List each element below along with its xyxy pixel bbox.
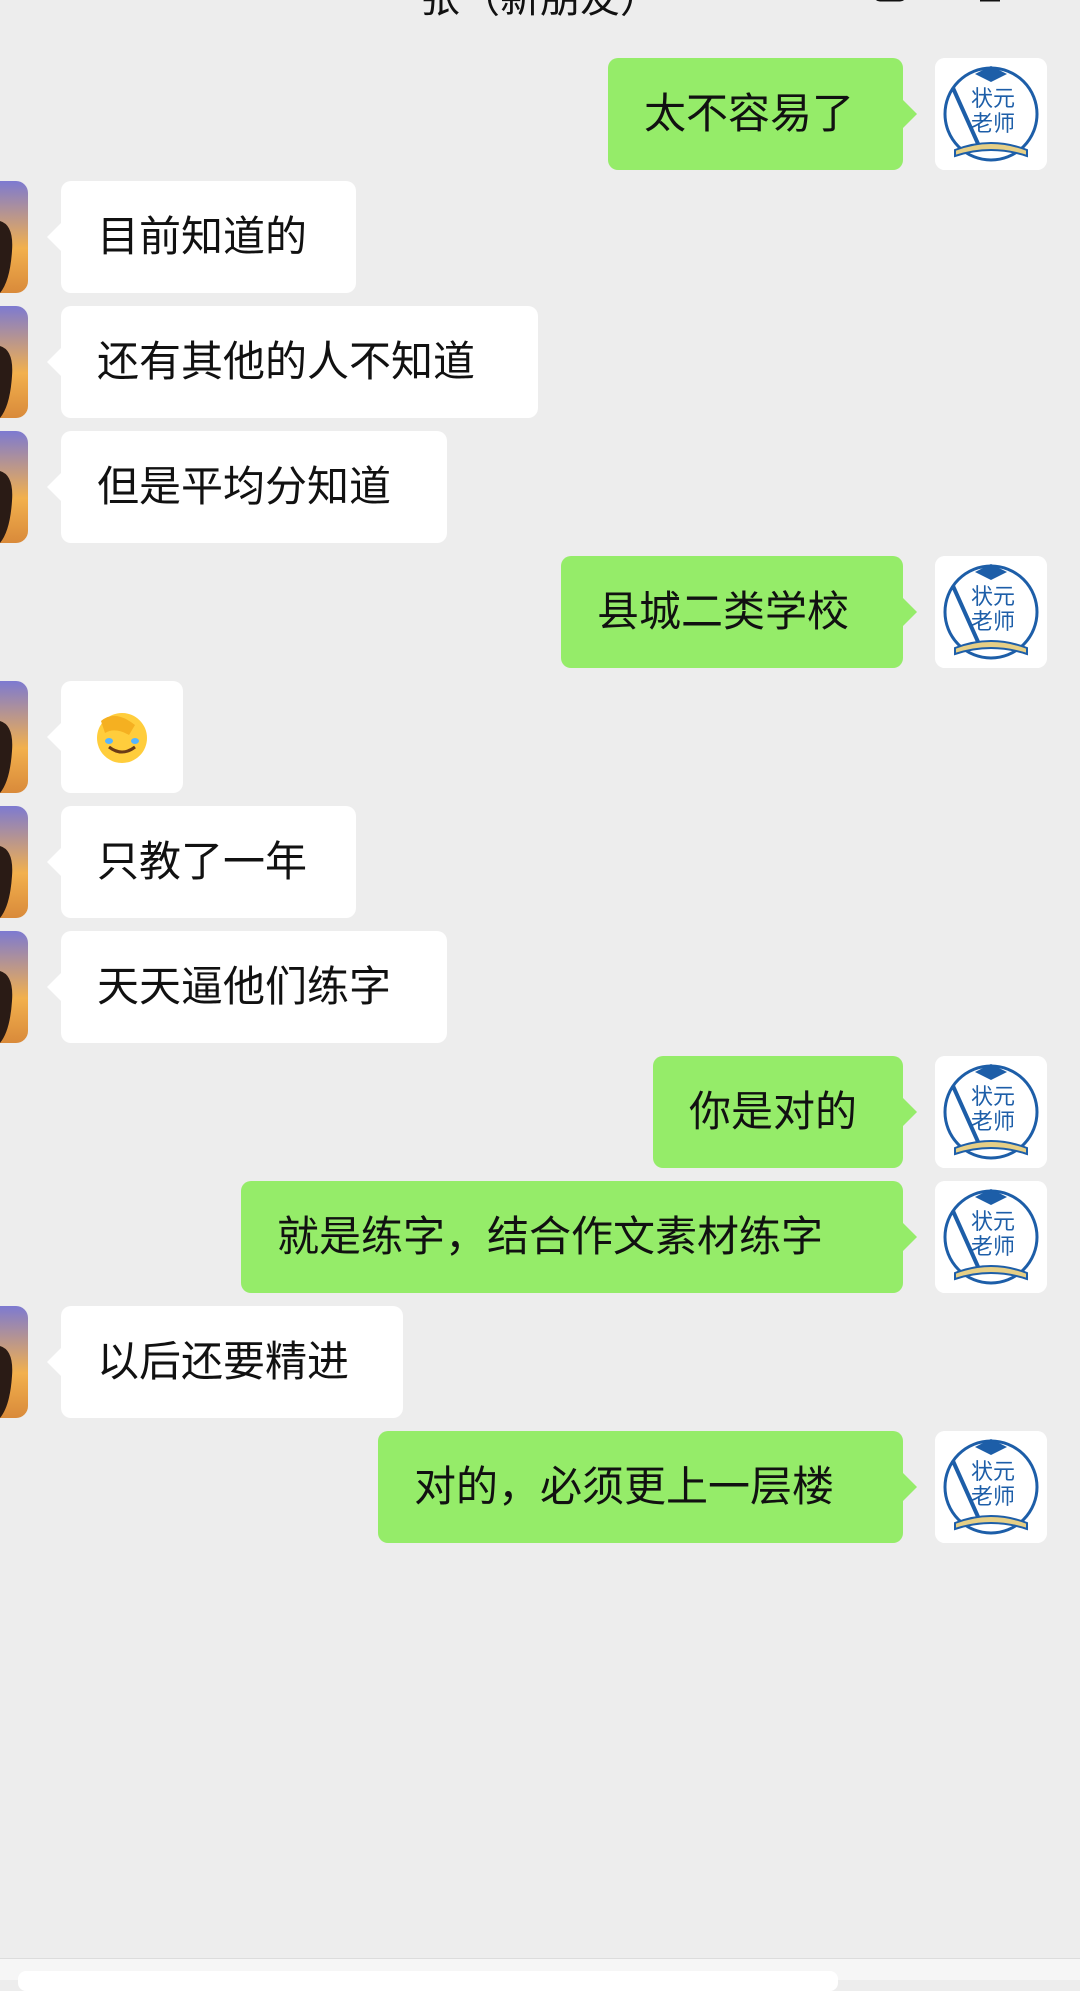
svg-text:状元: 状元	[971, 584, 1015, 609]
message-bubble[interactable]: 县城二类学校	[561, 556, 917, 668]
sunset-avatar-icon	[0, 931, 28, 1043]
avatar[interactable]: 状元 老师	[935, 556, 1047, 668]
message-row: 对的，必须更上一层楼 状元 老师	[0, 1431, 1080, 1543]
message-bubble[interactable]: 还有其他的人不知道	[47, 306, 538, 418]
message-text: 你是对的	[689, 1087, 858, 1136]
avatar[interactable]	[0, 931, 28, 1043]
message-bubble[interactable]: 只教了一年	[47, 806, 356, 918]
svg-text:老师: 老师	[971, 609, 1015, 634]
message-row: 以后还要精进	[0, 1306, 1080, 1418]
message-bubble[interactable]: 就是练字，结合作文素材练字	[241, 1181, 917, 1293]
avatar[interactable]: 状元 老师	[935, 1181, 1047, 1293]
avatar[interactable]	[0, 1306, 28, 1418]
message-bubble[interactable]: 天天逼他们练字	[47, 931, 447, 1043]
avatar[interactable]	[0, 306, 28, 418]
video-call-icon[interactable]	[872, 0, 908, 6]
sunset-avatar-icon	[0, 306, 28, 418]
message-text: 就是练字，结合作文素材练字	[277, 1212, 824, 1261]
sunset-avatar-icon	[0, 1306, 28, 1418]
svg-text:状元: 状元	[971, 86, 1015, 111]
message-row: 但是平均分知道	[0, 431, 1080, 543]
svg-text:老师: 老师	[971, 1484, 1015, 1509]
message-text: 对的，必须更上一层楼	[414, 1462, 835, 1511]
message-text: 只教了一年	[97, 837, 308, 886]
message-bubble[interactable]: 对的，必须更上一层楼	[378, 1431, 917, 1543]
message-row: 太不容易了 状元 老师	[0, 58, 1080, 170]
input-bar	[0, 1958, 1080, 1991]
facepalm-emoji-icon	[97, 713, 147, 763]
message-bubble[interactable]: 以后还要精进	[47, 1306, 403, 1418]
message-row: 就是练字，结合作文素材练字 状元 老师	[0, 1181, 1080, 1293]
teacher-avatar-icon: 状元 老师	[935, 58, 1047, 170]
more-icon[interactable]	[972, 0, 1008, 6]
message-text: 还有其他的人不知道	[97, 337, 476, 386]
sunset-avatar-icon	[0, 681, 28, 793]
svg-text:老师: 老师	[971, 1109, 1015, 1134]
message-row: 你是对的 状元 老师	[0, 1056, 1080, 1168]
avatar[interactable]	[0, 681, 28, 793]
chat-title: 张（新朋友）	[0, 0, 1080, 24]
message-row: 只教了一年	[0, 806, 1080, 918]
sunset-avatar-icon	[0, 431, 28, 543]
message-text: 目前知道的	[97, 212, 308, 261]
teacher-avatar-icon: 状元 老师	[935, 556, 1047, 668]
sunset-avatar-icon	[0, 806, 28, 918]
avatar[interactable]: 状元 老师	[935, 1431, 1047, 1543]
sunset-avatar-icon	[0, 181, 28, 293]
message-text: 县城二类学校	[597, 587, 850, 636]
message-bubble[interactable]: 太不容易了	[608, 58, 917, 170]
message-row: 还有其他的人不知道	[0, 306, 1080, 418]
svg-text:老师: 老师	[971, 111, 1015, 136]
avatar[interactable]: 状元 老师	[935, 1056, 1047, 1168]
message-bubble[interactable]	[47, 681, 183, 793]
message-row	[0, 681, 1080, 793]
svg-text:状元: 状元	[971, 1459, 1015, 1484]
message-row: 县城二类学校 状元 老师	[0, 556, 1080, 668]
message-text: 以后还要精进	[97, 1337, 350, 1386]
message-bubble[interactable]: 目前知道的	[47, 181, 356, 293]
message-input[interactable]	[18, 1971, 838, 1991]
avatar[interactable]	[0, 431, 28, 543]
avatar[interactable]	[0, 181, 28, 293]
message-row: 天天逼他们练字	[0, 931, 1080, 1043]
message-text: 太不容易了	[644, 89, 855, 138]
teacher-avatar-icon: 状元 老师	[935, 1181, 1047, 1293]
message-bubble[interactable]: 但是平均分知道	[47, 431, 447, 543]
svg-text:老师: 老师	[971, 1234, 1015, 1259]
svg-text:状元: 状元	[971, 1209, 1015, 1234]
teacher-avatar-icon: 状元 老师	[935, 1056, 1047, 1168]
message-text: 但是平均分知道	[97, 462, 392, 511]
avatar[interactable]	[0, 806, 28, 918]
teacher-avatar-icon: 状元 老师	[935, 1431, 1047, 1543]
message-bubble[interactable]: 你是对的	[653, 1056, 917, 1168]
chat-header: 张（新朋友）	[0, 0, 1080, 40]
svg-text:状元: 状元	[971, 1084, 1015, 1109]
message-text: 天天逼他们练字	[97, 962, 392, 1011]
message-row: 目前知道的	[0, 181, 1080, 293]
avatar[interactable]: 状元 老师	[935, 58, 1047, 170]
